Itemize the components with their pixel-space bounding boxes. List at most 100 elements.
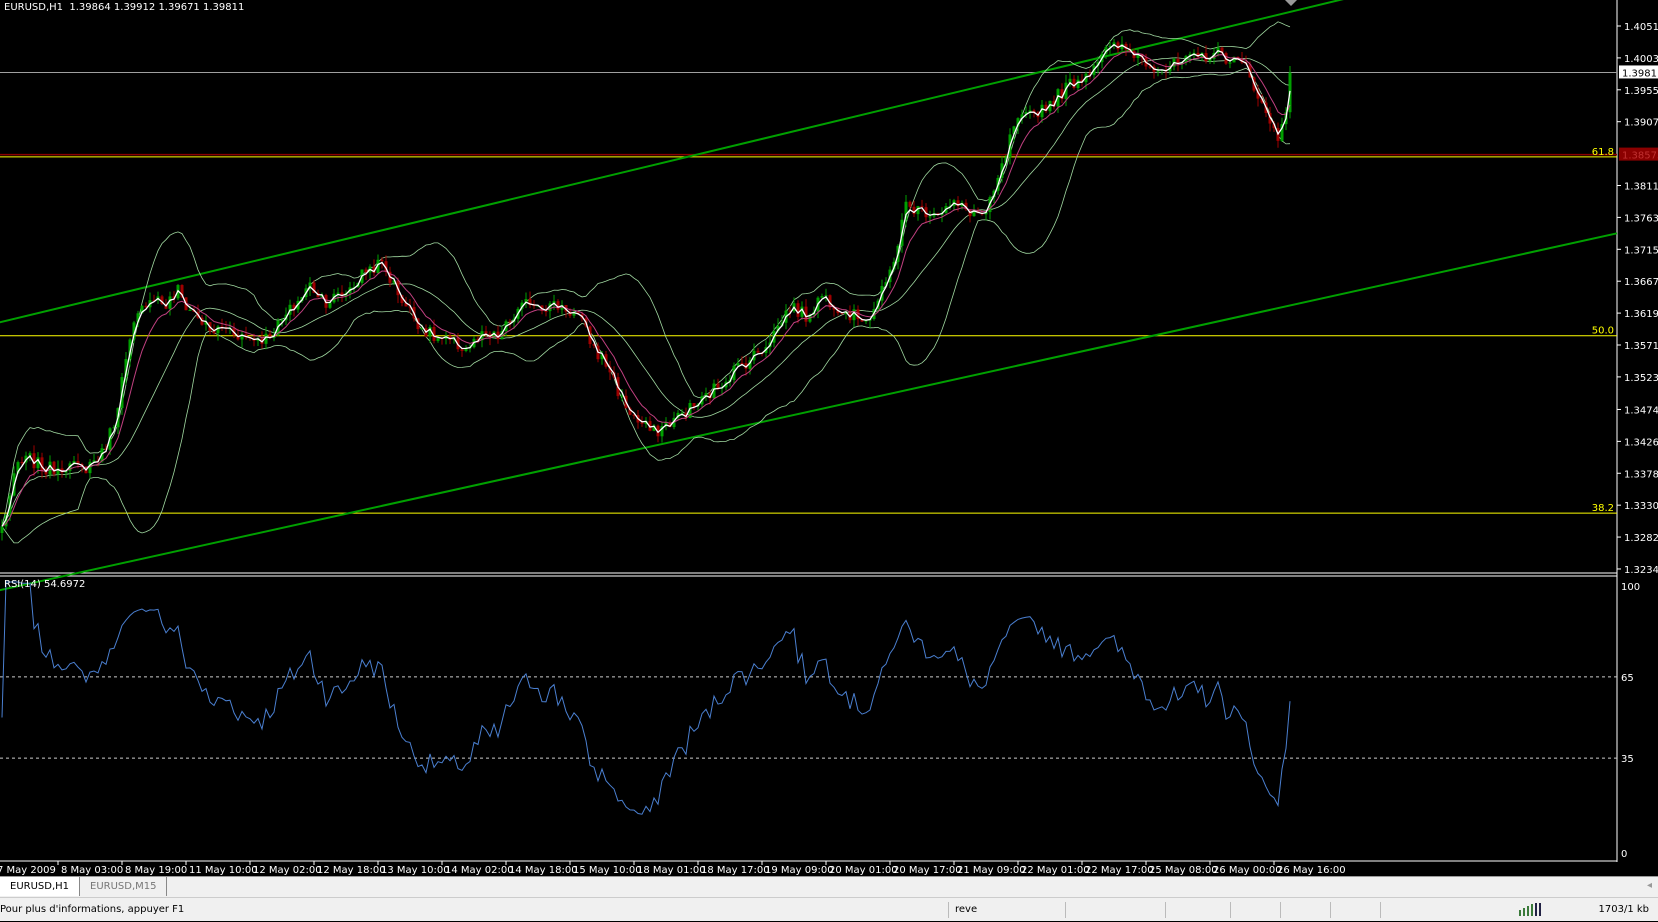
candle-body [1116, 42, 1120, 50]
chart-header: EURUSD,H1 1.39864 1.39912 1.39671 1.3981… [4, 2, 244, 13]
candle [92, 453, 96, 463]
candle-body [544, 311, 548, 313]
tab-eurusd-h1[interactable]: EURUSD,H1 [0, 877, 81, 896]
rsi-axis-label: 65 [1621, 673, 1634, 684]
chart-window[interactable]: 61.8 50.0 38.2 1.40510 1.40030 1.39550 1.39070… [0, 0, 1658, 876]
time-label: 11 May 10:00 [189, 865, 258, 876]
price-label: 1.39550 [1624, 86, 1658, 97]
time-label: 20 May 17:00 [893, 865, 962, 876]
candle [1216, 42, 1220, 57]
time-label: 22 May 17:00 [1085, 865, 1154, 876]
candle [656, 424, 660, 443]
candle [1152, 64, 1156, 79]
bollinger-lower [1, 67, 1291, 544]
time-label: 18 May 17:00 [701, 865, 770, 876]
candle-body [460, 349, 464, 351]
candle [1120, 36, 1124, 52]
status-cell [1380, 902, 1517, 918]
price-pane [0, 0, 1618, 592]
candle [824, 288, 828, 302]
candle [1156, 67, 1160, 77]
candle [528, 291, 532, 309]
candle [660, 422, 664, 443]
price-label: 1.40510 [1624, 22, 1658, 33]
candle [932, 207, 936, 219]
rsi-pane [0, 581, 1617, 815]
time-label: 15 May 10:00 [573, 865, 642, 876]
time-label: 25 May 08:00 [1149, 865, 1218, 876]
candle [940, 207, 944, 223]
time-label: 26 May 16:00 [1277, 865, 1346, 876]
status-cell [1230, 902, 1287, 918]
candle-body [852, 309, 856, 321]
time-label: 26 May 00:00 [1213, 865, 1282, 876]
fib-level-label: 61.8 [1592, 147, 1614, 158]
status-cell [1280, 902, 1337, 918]
candle-body [336, 292, 340, 294]
tab-scroll-icon[interactable]: ◂ [1647, 880, 1652, 891]
rsi-label: RSI(14) 54.6972 [4, 579, 86, 590]
connection-bars-icon [1512, 902, 1568, 918]
candle [340, 285, 344, 302]
price-label: 1.38110 [1624, 182, 1658, 193]
candle-body [1156, 70, 1160, 72]
candle [852, 304, 856, 328]
status-help: Pour plus d'informations, appuyer F1 [0, 904, 185, 915]
candle [460, 349, 464, 357]
candle-body [756, 350, 760, 353]
time-label: 8 May 19:00 [125, 865, 187, 876]
candle [1044, 101, 1048, 114]
fib-level-label: 50.0 [1592, 326, 1614, 337]
time-label: 8 May 03:00 [61, 865, 123, 876]
candle [792, 297, 796, 314]
candle [240, 331, 244, 348]
candle [68, 461, 72, 479]
candle [372, 259, 376, 276]
candle-body [692, 403, 696, 407]
time-label: 7 May 2009 [0, 865, 56, 876]
candle [324, 293, 328, 314]
time-label: 20 May 01:00 [829, 865, 898, 876]
ohlc-quote: 1.39864 1.39912 1.39671 1.39811 [69, 2, 245, 13]
price-label: 1.36670 [1624, 277, 1658, 288]
time-label: 19 May 09:00 [765, 865, 834, 876]
price-label: 1.33780 [1624, 469, 1658, 480]
candle [1072, 75, 1076, 90]
price-label: 1.35710 [1624, 341, 1658, 352]
bollinger-upper [1, 21, 1291, 527]
candle-body [380, 259, 384, 262]
price-label: 1.32340 [1624, 565, 1658, 576]
price-label: 1.32820 [1624, 533, 1658, 544]
candle-body [820, 296, 824, 298]
time-label: 14 May 18:00 [509, 865, 578, 876]
status-bar: Pour plus d'informations, appuyer F1 rev… [0, 897, 1658, 921]
chart-canvas[interactable]: 61.8 50.0 38.2 1.40510 1.40030 1.39550 1.39070… [0, 0, 1658, 876]
tab-eurusd-m15[interactable]: EURUSD,M15 [80, 877, 168, 896]
candle-body [20, 462, 24, 464]
rsi-axis-label: 35 [1621, 754, 1634, 765]
fast-ma-line [1, 43, 1291, 527]
alert-price-label: 1.38575 [1622, 151, 1658, 162]
candle [1256, 84, 1260, 107]
candle-body [716, 383, 720, 389]
candle [912, 200, 916, 218]
candle [88, 458, 92, 479]
time-label: 12 May 18:00 [317, 865, 386, 876]
status-profile: reve [948, 902, 1065, 918]
candle-body [920, 206, 924, 208]
trendline-upper-channel [0, 0, 1344, 324]
candle-body [508, 321, 512, 323]
time-label: 21 May 09:00 [957, 865, 1026, 876]
candle [44, 466, 48, 479]
candle [496, 325, 500, 344]
status-traffic: 1703/1 kb [1598, 904, 1650, 915]
rsi-axis-label: 100 [1621, 582, 1640, 593]
candle-body [908, 201, 912, 207]
price-label: 1.37630 [1624, 213, 1658, 224]
candle [60, 460, 64, 478]
trendline-lower-channel [0, 232, 1618, 592]
candle-body [484, 331, 488, 334]
candle [1048, 100, 1052, 115]
candle [704, 387, 708, 402]
candle-body [796, 303, 800, 317]
